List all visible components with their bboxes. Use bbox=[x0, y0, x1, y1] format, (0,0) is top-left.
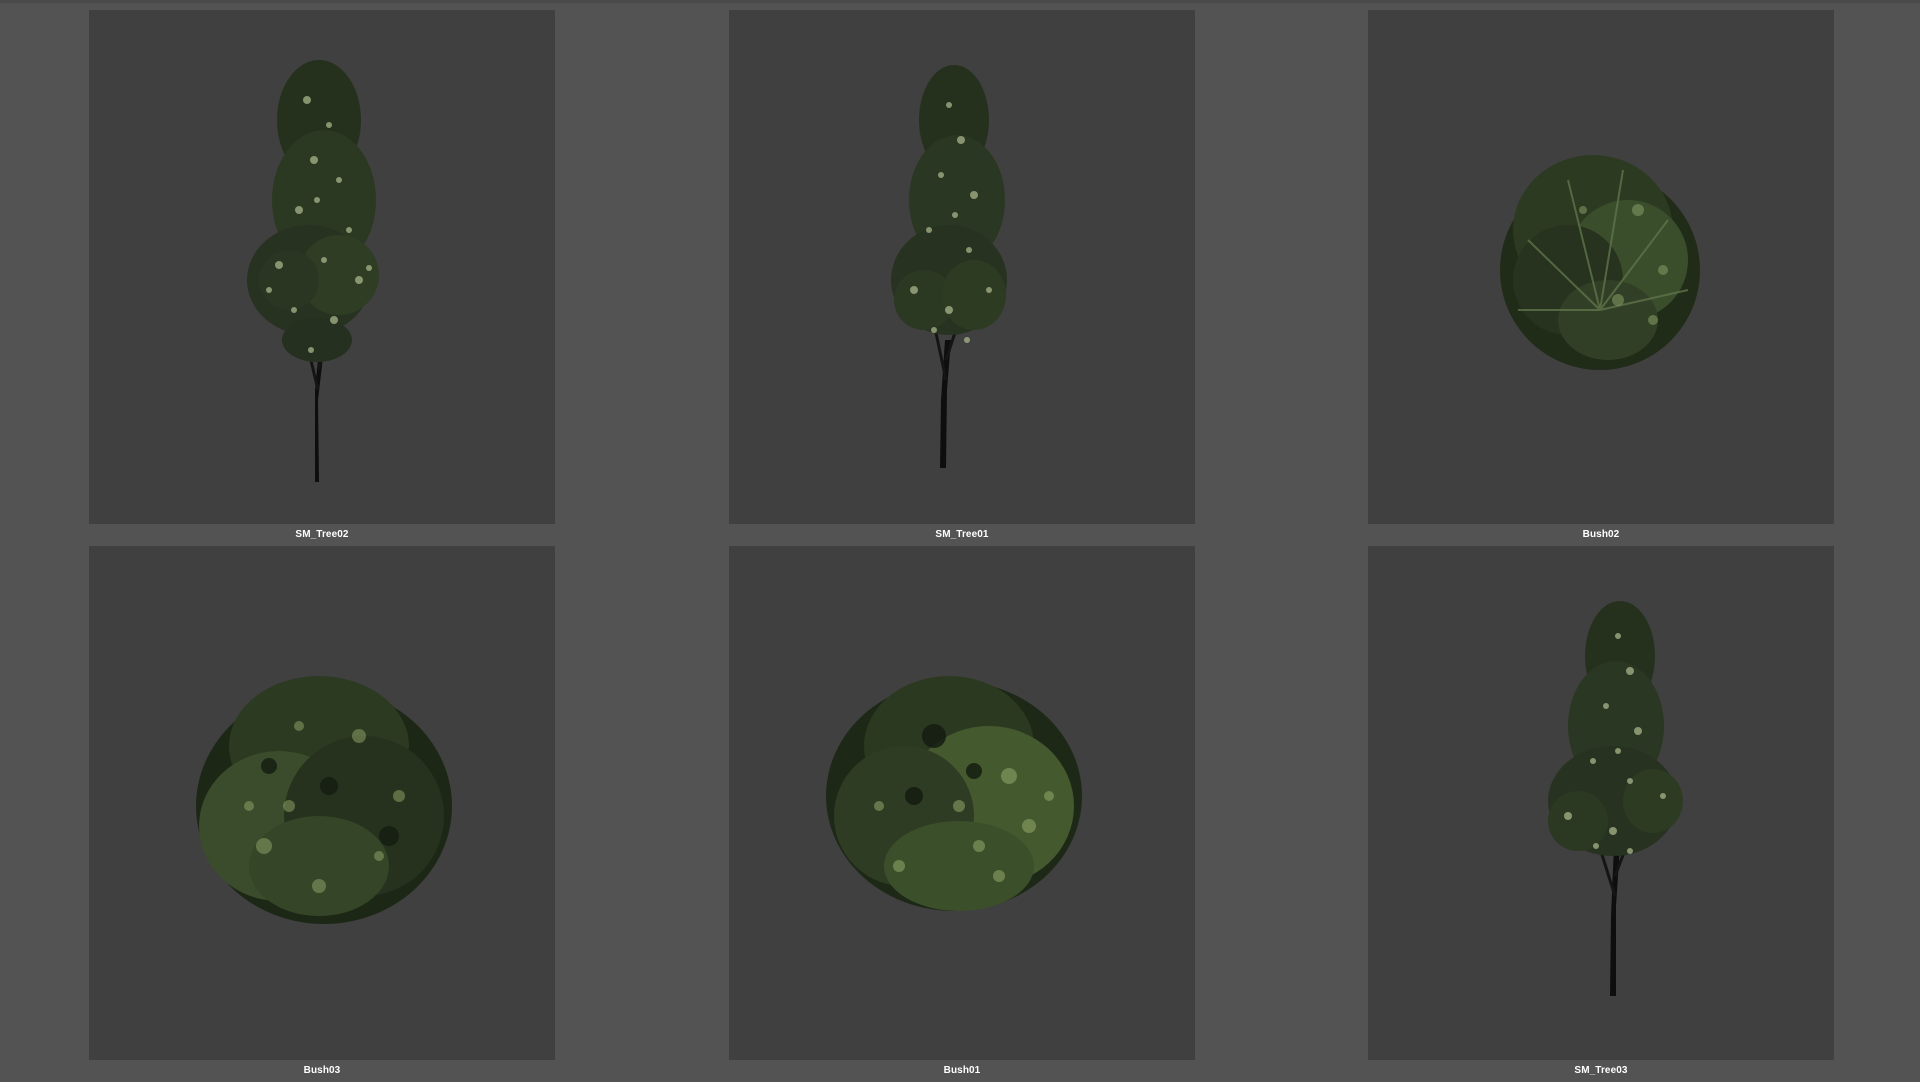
asset-tile-sm-tree02[interactable]: SM_Tree02 bbox=[89, 10, 555, 546]
asset-tile-bush02[interactable]: Bush02 bbox=[1368, 10, 1834, 546]
asset-browser: SM_Tree02 SM_Tree01 Bush02 Bush03 Bush01… bbox=[0, 0, 1920, 1080]
top-edge bbox=[0, 0, 1920, 3]
tree-icon bbox=[247, 60, 379, 482]
bush-icon bbox=[196, 676, 452, 924]
asset-name: SM_Tree03 bbox=[1574, 1065, 1628, 1076]
asset-name: Bush03 bbox=[303, 1065, 341, 1076]
asset-tile-sm-tree03[interactable]: SM_Tree03 bbox=[1368, 546, 1834, 1082]
bush-icon bbox=[1500, 155, 1700, 370]
asset-thumbnail bbox=[89, 10, 555, 524]
asset-tile-bush01[interactable]: Bush01 bbox=[729, 546, 1195, 1082]
tree-icon bbox=[1548, 601, 1683, 996]
asset-name: Bush01 bbox=[943, 1065, 981, 1076]
asset-name: SM_Tree02 bbox=[295, 529, 349, 540]
asset-thumbnail bbox=[729, 546, 1195, 1060]
asset-tile-bush03[interactable]: Bush03 bbox=[89, 546, 555, 1082]
asset-thumbnail bbox=[729, 10, 1195, 524]
asset-thumbnail bbox=[1368, 546, 1834, 1060]
asset-name: Bush02 bbox=[1582, 529, 1620, 540]
asset-tile-sm-tree01[interactable]: SM_Tree01 bbox=[729, 10, 1195, 546]
asset-thumbnail bbox=[1368, 10, 1834, 524]
tree-icon bbox=[891, 65, 1007, 468]
asset-thumbnail bbox=[89, 546, 555, 1060]
asset-name: SM_Tree01 bbox=[935, 529, 989, 540]
bush-icon bbox=[826, 676, 1082, 911]
